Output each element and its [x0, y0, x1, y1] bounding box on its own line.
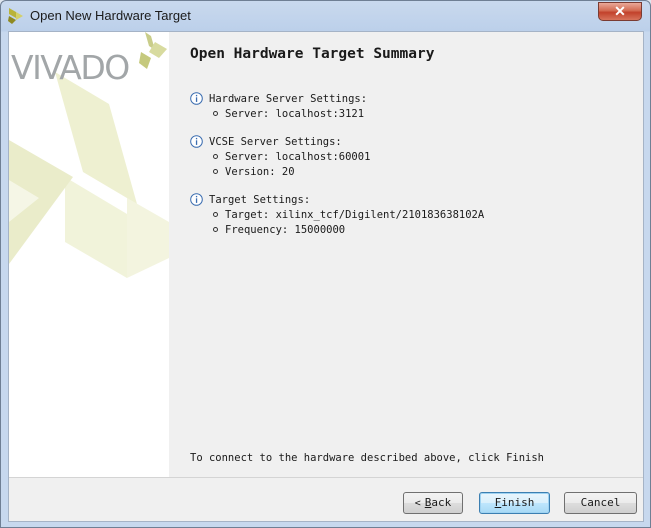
close-button[interactable]: ✕ — [598, 2, 642, 21]
finish-label: inish — [501, 496, 535, 509]
dialog-client-area: VIVADO Open Hardware Target Summary Hard… — [8, 31, 644, 522]
window-title: Open New Hardware Target — [30, 8, 191, 23]
title-bar[interactable]: Open New Hardware Target ✕ — [1, 1, 650, 31]
finish-instruction: To connect to the hardware described abo… — [190, 452, 545, 464]
branding-panel: VIVADO — [9, 32, 169, 477]
summary-panel: Open Hardware Target Summary Hardware Se… — [169, 32, 643, 477]
vivado-logo: VIVADO — [11, 32, 167, 84]
bullet-icon — [213, 227, 218, 232]
dialog-window: Open New Hardware Target ✕ VIVADO Open H… — [0, 0, 651, 528]
finish-button[interactable]: Finish — [479, 492, 550, 514]
cancel-button[interactable]: Cancel — [564, 492, 637, 514]
bullet-icon — [213, 212, 218, 217]
section-title: Target Settings: — [209, 194, 311, 206]
logo-text: VIVADO — [11, 48, 129, 84]
info-icon — [190, 92, 203, 105]
bullet-icon — [213, 169, 218, 174]
vcse-server-value: Server: localhost:60001 — [225, 151, 371, 163]
divider — [9, 477, 643, 478]
bullet-icon — [213, 111, 218, 116]
info-icon — [190, 135, 203, 148]
back-button[interactable]: < Back — [403, 492, 463, 514]
back-label: ack — [431, 496, 452, 509]
target-value: Target: xilinx_tcf/Digilent/210183638102… — [225, 209, 485, 221]
vcse-version-value: Version: 20 — [225, 166, 295, 178]
cancel-label: Cancel — [580, 496, 621, 509]
close-icon: ✕ — [614, 3, 626, 19]
page-title: Open Hardware Target Summary — [190, 46, 435, 62]
server-value: Server: localhost:3121 — [225, 108, 365, 120]
section-title: VCSE Server Settings: — [209, 136, 342, 148]
bullet-icon — [213, 154, 218, 159]
section-title: Hardware Server Settings: — [209, 93, 368, 105]
chevron-left-icon: < — [414, 498, 421, 509]
frequency-value: Frequency: 15000000 — [225, 224, 346, 236]
decorative-leaf-graphic — [9, 72, 169, 278]
vivado-app-icon — [8, 8, 23, 24]
info-icon — [190, 193, 203, 206]
